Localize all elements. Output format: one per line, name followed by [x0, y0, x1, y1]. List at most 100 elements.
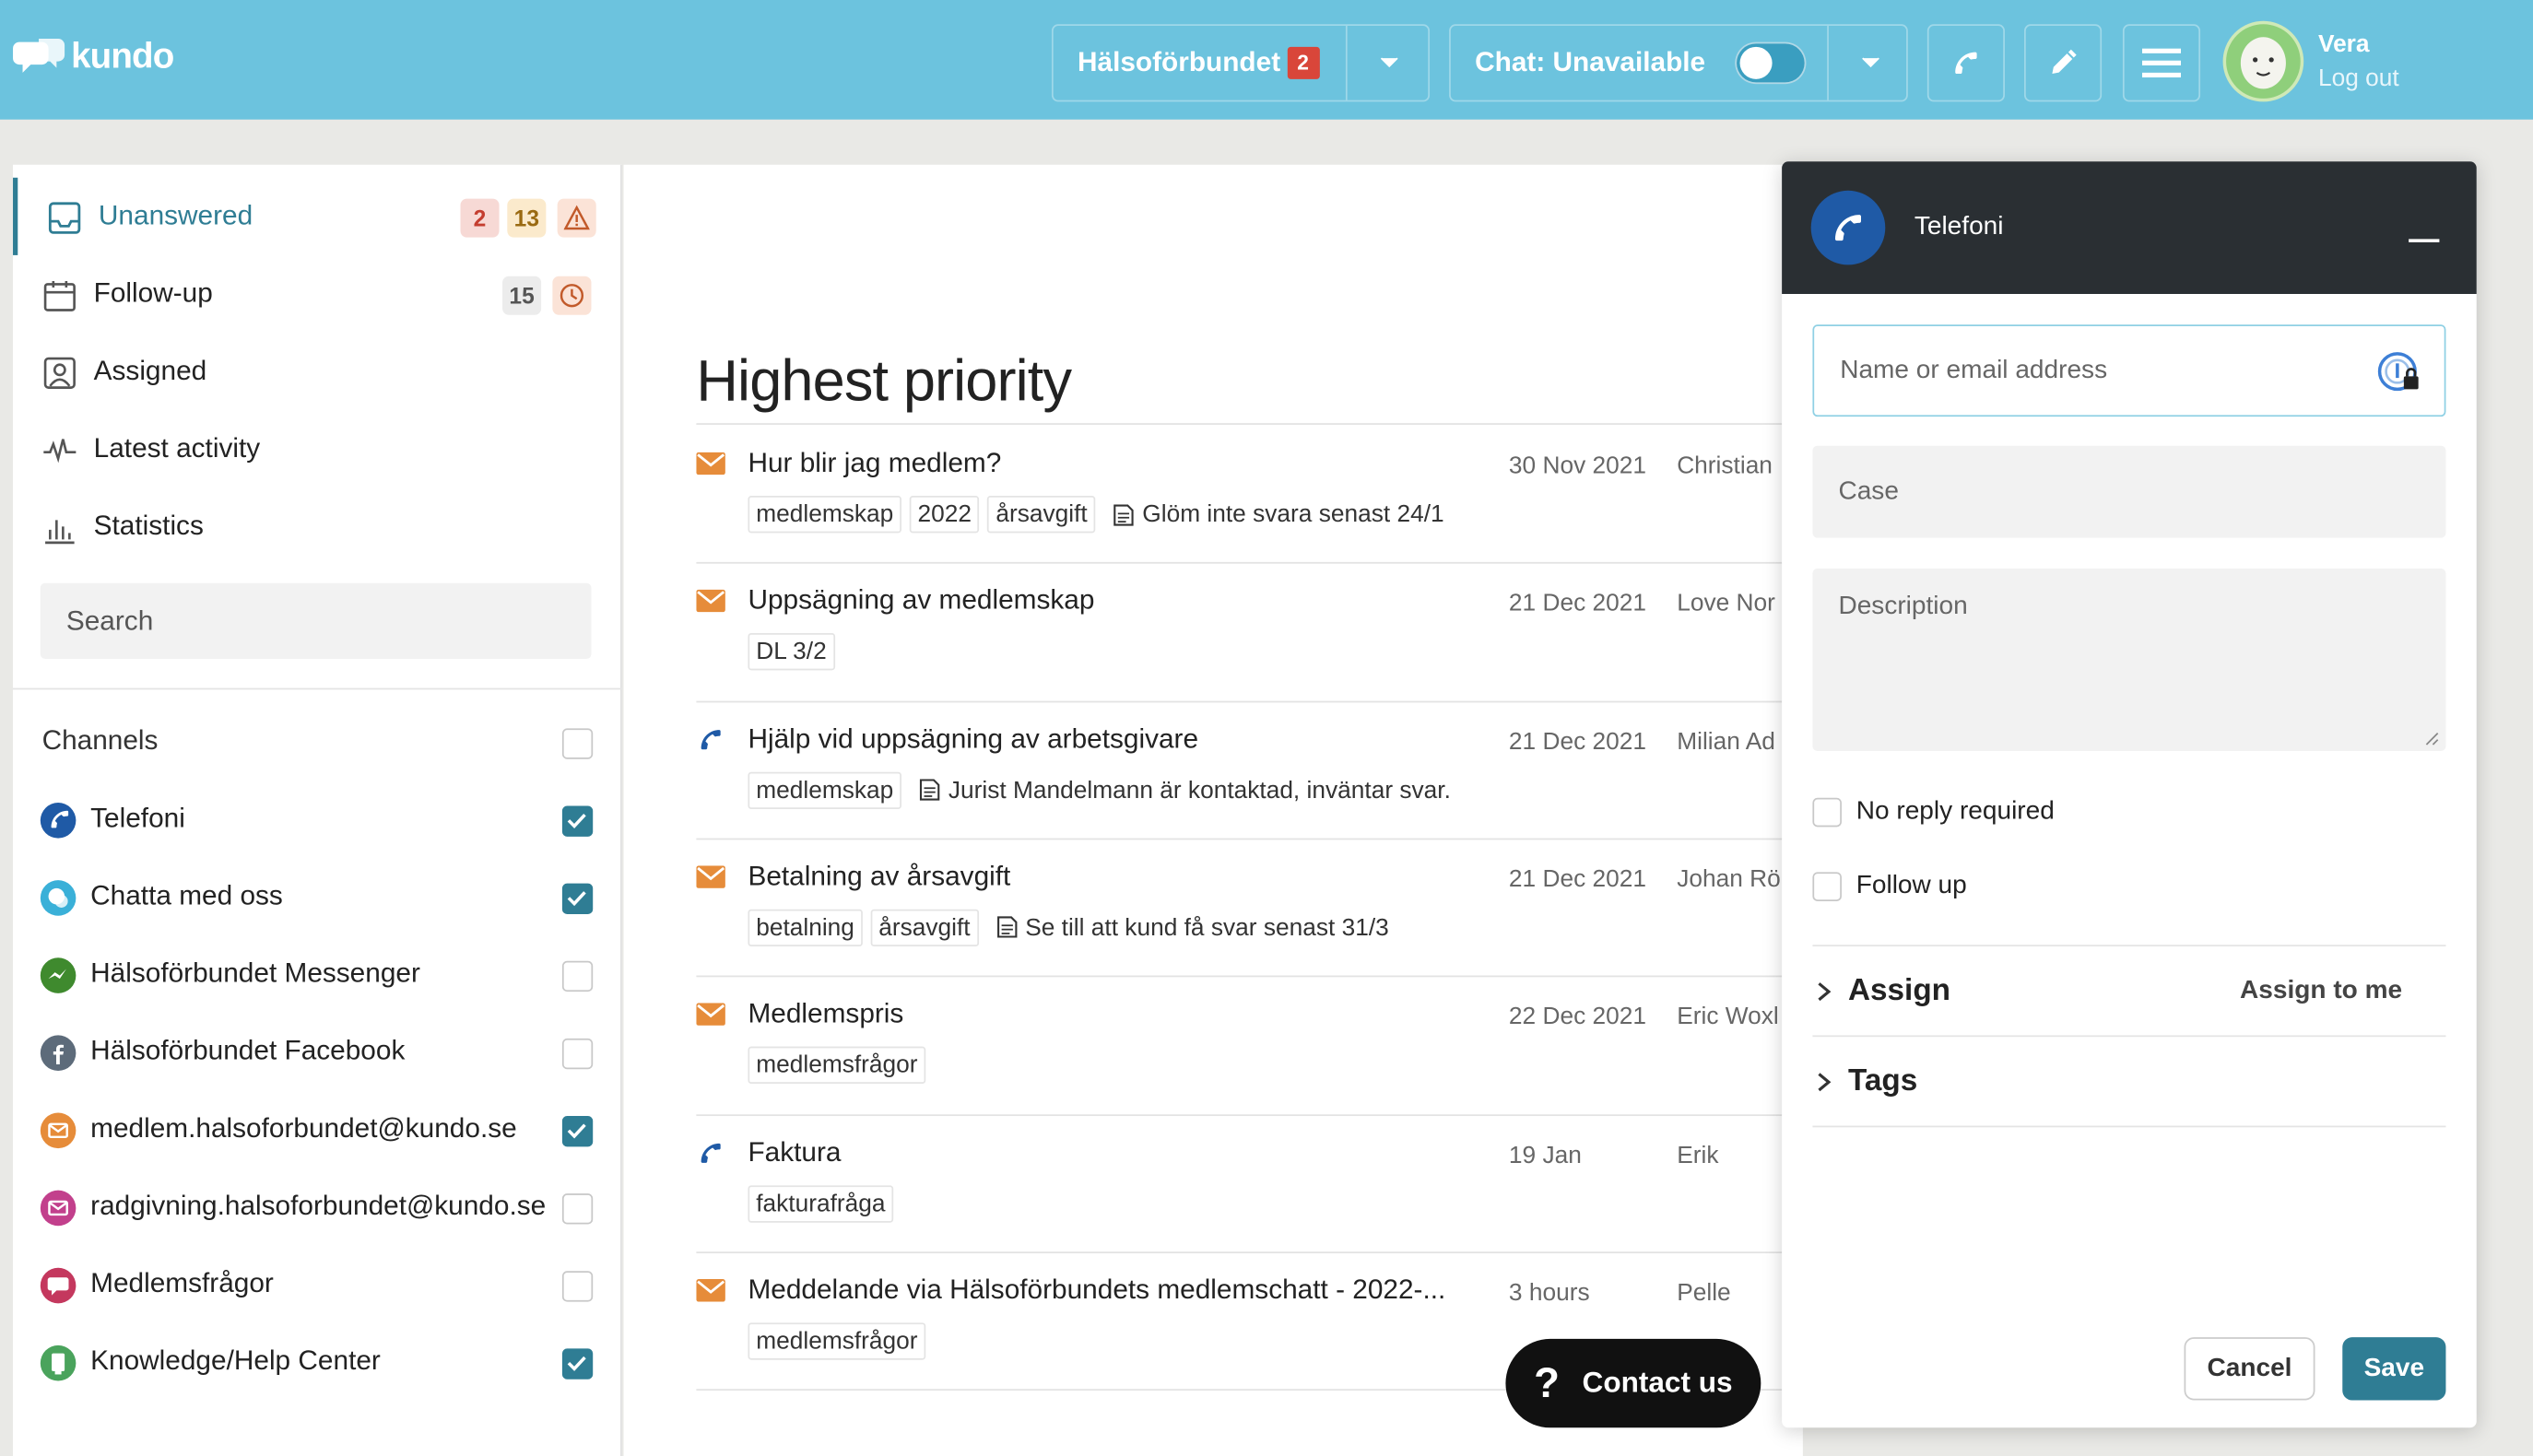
- tags-section-toggle[interactable]: Tags: [1812, 1047, 2445, 1118]
- conversation-title[interactable]: Hjälp vid uppsägning av arbetsgivare: [748, 722, 1198, 755]
- password-manager-icon[interactable]: [2376, 350, 2421, 395]
- avatar[interactable]: [2222, 20, 2304, 102]
- conversation-row[interactable]: Betalning av årsavgift 21 Dec 2021 Johan R…: [696, 838, 1803, 975]
- channel-item[interactable]: medlem.halsoforbundet@kundo.se: [13, 1092, 622, 1169]
- channel-checkbox[interactable]: [561, 805, 594, 837]
- no-reply-required-checkbox[interactable]: No reply required: [1812, 797, 2055, 828]
- organization-dropdown-toggle[interactable]: [1345, 26, 1430, 100]
- channel-item[interactable]: radgivning.halsoforbundet@kundo.se: [13, 1169, 622, 1247]
- conversation-title[interactable]: Uppsägning av medlemskap: [748, 585, 1094, 617]
- channel-checkbox[interactable]: [561, 1193, 594, 1225]
- nav-item-unanswered[interactable]: Unanswered 2 13: [13, 177, 622, 255]
- chat-status-dropdown-toggle[interactable]: [1827, 26, 1911, 100]
- compose-button[interactable]: [2024, 24, 2103, 102]
- contact-name-input[interactable]: Name or email address: [1812, 324, 2446, 417]
- nav-item-latest-activity[interactable]: Latest activity: [13, 410, 622, 487]
- tag[interactable]: fakturafråga: [748, 1184, 894, 1222]
- conversation-title[interactable]: Betalning av årsavgift: [748, 861, 1010, 893]
- email-icon: [696, 590, 725, 613]
- channel-checkbox[interactable]: [561, 1116, 594, 1147]
- organization-switcher[interactable]: Hälsoförbundet 2: [1051, 24, 1431, 102]
- channel-item[interactable]: Hälsoförbundet Facebook: [13, 1015, 622, 1092]
- conversation-row[interactable]: Hur blir jag medlem? 30 Nov 2021 Christian…: [696, 425, 1803, 562]
- minimize-button[interactable]: [2409, 239, 2440, 242]
- user-menu[interactable]: Vera Log out: [2222, 20, 2399, 102]
- phone-button[interactable]: [1926, 24, 2005, 102]
- internal-note: Glöm inte svara senast 24/1: [1113, 500, 1444, 528]
- conversation-title[interactable]: Meddelande via Hälsoförbundets medlemsch…: [748, 1274, 1445, 1306]
- conversation-title[interactable]: Hur blir jag medlem?: [748, 447, 1001, 479]
- channel-item[interactable]: Knowledge/Help Center: [13, 1324, 622, 1402]
- channel-item[interactable]: Medlemsfrågor: [13, 1247, 622, 1324]
- tag[interactable]: medlemsfrågor: [748, 1322, 926, 1360]
- tag[interactable]: medlemskap: [748, 771, 902, 809]
- conversation-title[interactable]: Medlemspris: [748, 998, 903, 1030]
- kundo-logo[interactable]: kundo: [13, 36, 174, 78]
- conversation-author: Eric Woxl: [1677, 1003, 1779, 1031]
- channel-label: Telefoni: [90, 803, 185, 834]
- channel-checkbox[interactable]: [561, 960, 594, 992]
- warning-icon: [557, 198, 596, 238]
- unanswered-count: 13: [507, 198, 547, 238]
- conversation-author: Johan Rö: [1677, 865, 1781, 893]
- logout-link[interactable]: Log out: [2318, 65, 2399, 92]
- conversation-author: Milian Ad: [1677, 727, 1775, 756]
- nav-label: Follow-up: [93, 277, 213, 309]
- conversation-date: 19 Jan: [1508, 1141, 1582, 1169]
- divider: [1812, 945, 2446, 947]
- chevron-right-icon: [1818, 1073, 1832, 1092]
- tag[interactable]: årsavgift: [987, 496, 1096, 534]
- conversation-date: 30 Nov 2021: [1508, 452, 1647, 480]
- tag[interactable]: 2022: [909, 496, 980, 534]
- channels-select-all-checkbox[interactable]: [561, 728, 594, 759]
- resize-handle-icon[interactable]: [2425, 732, 2440, 746]
- nav-item-statistics[interactable]: Statistics: [13, 487, 622, 565]
- tag[interactable]: årsavgift: [870, 909, 979, 946]
- channel-label: Hälsoförbundet Facebook: [90, 1035, 406, 1066]
- channel-label: radgivning.halsoforbundet@kundo.se: [90, 1190, 547, 1221]
- phone-icon: [701, 729, 721, 749]
- tag[interactable]: medlemsfrågor: [748, 1047, 926, 1085]
- knowledge-icon: [40, 1344, 77, 1381]
- channel-checkbox[interactable]: [561, 1038, 594, 1070]
- channel-item[interactable]: Chatta med oss: [13, 859, 622, 936]
- note-icon: [920, 779, 940, 801]
- channel-checkbox[interactable]: [561, 883, 594, 914]
- email-icon: [40, 1190, 77, 1227]
- search-input[interactable]: Search: [40, 582, 592, 660]
- chat-availability-toggle[interactable]: [1734, 41, 1806, 85]
- channel-checkbox[interactable]: [561, 1271, 594, 1302]
- conversation-row[interactable]: Faktura 19 Jan Erik fakturafråga: [696, 1113, 1803, 1251]
- conversation-row[interactable]: Uppsägning av medlemskap 21 Dec 2021 Love …: [696, 562, 1803, 699]
- nav-item-follow-up[interactable]: Follow-up 15: [13, 255, 622, 333]
- save-button[interactable]: Save: [2342, 1337, 2446, 1401]
- note-text: Glöm inte svara senast 24/1: [1142, 500, 1444, 529]
- channel-item[interactable]: Telefoni: [13, 781, 622, 859]
- no-reply-label: No reply required: [1856, 797, 2055, 826]
- cancel-button[interactable]: Cancel: [2184, 1337, 2315, 1401]
- checkbox[interactable]: [1812, 797, 1842, 828]
- conversation-row[interactable]: Medlemspris 22 Dec 2021 Eric Woxl medlemsfr…: [696, 976, 1803, 1113]
- unanswered-urgent-count: 2: [460, 198, 500, 238]
- user-name: Vera: [2317, 30, 2370, 59]
- calendar-icon: [43, 280, 76, 311]
- channel-checkbox[interactable]: [561, 1348, 594, 1380]
- chat-status-switcher[interactable]: Chat: Unavailable: [1449, 24, 1911, 102]
- phone-icon: [701, 1142, 721, 1162]
- tag-list: medlemskap 2022 årsavgift Glöm inte svara s…: [748, 496, 1444, 534]
- menu-button[interactable]: [2122, 24, 2201, 102]
- channel-item[interactable]: Hälsoförbundet Messenger: [13, 937, 622, 1015]
- tag[interactable]: betalning: [748, 909, 863, 946]
- follow-up-checkbox[interactable]: Follow up: [1812, 872, 1967, 901]
- assign-to-me-button[interactable]: Assign to me: [2240, 977, 2402, 1006]
- assign-section-toggle[interactable]: Assign Assign to me: [1812, 957, 2445, 1027]
- conversation-title[interactable]: Faktura: [748, 1136, 841, 1168]
- conversation-row[interactable]: Hjälp vid uppsägning av arbetsgivare 21 D…: [696, 700, 1803, 838]
- nav-item-assigned[interactable]: Assigned: [13, 333, 622, 410]
- tag[interactable]: DL 3/2: [748, 633, 835, 671]
- tag[interactable]: medlemskap: [748, 496, 902, 534]
- description-textarea[interactable]: Description: [1812, 568, 2446, 751]
- checkbox[interactable]: [1812, 872, 1842, 901]
- contact-us-button[interactable]: ? Contact us: [1505, 1338, 1761, 1428]
- case-input[interactable]: Case: [1812, 445, 2446, 538]
